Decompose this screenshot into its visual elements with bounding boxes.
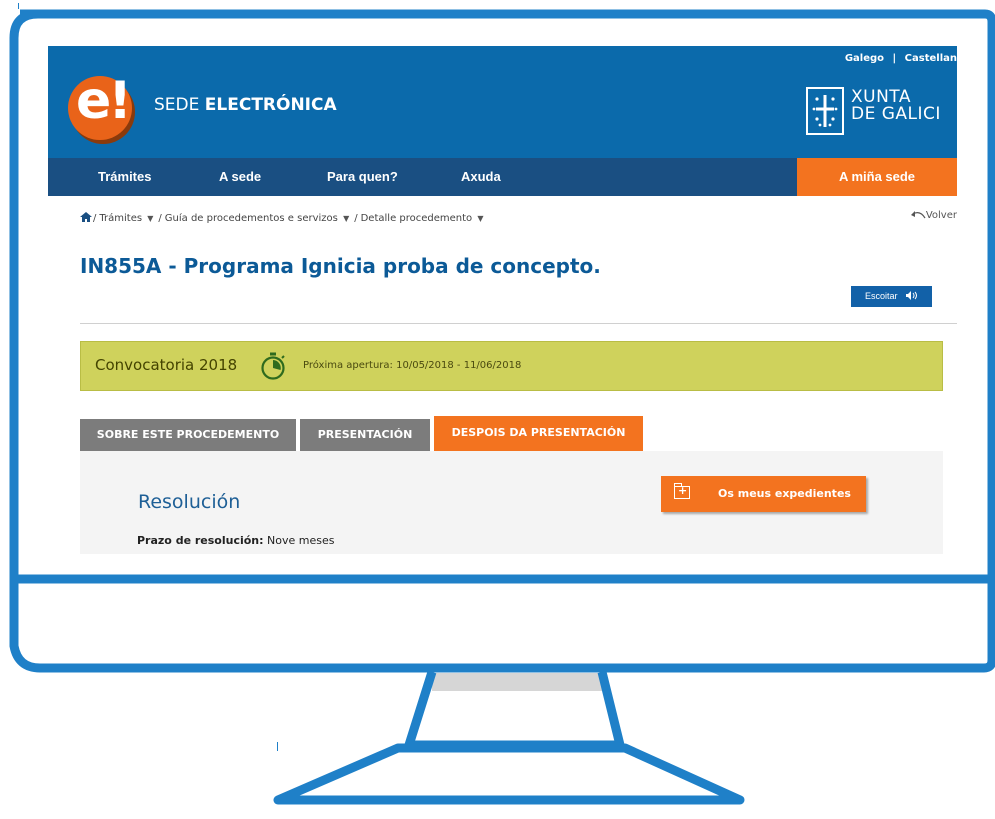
chevron-down-icon[interactable]: ▼: [343, 214, 349, 223]
speaker-icon: [906, 291, 918, 300]
folder-plus-icon: +: [674, 483, 690, 499]
monitor-neck-shadow: [432, 673, 602, 691]
back-link[interactable]: Volver: [910, 210, 957, 221]
browser-screen: Galego | Castellan e! SEDE ELECTRÓNICA X…: [48, 46, 957, 554]
call-dates-value: 10/05/2018 - 11/06/2018: [396, 360, 522, 371]
tab-about-procedure[interactable]: SOBRE ESTE PROCEDEMENTO: [80, 419, 296, 451]
deadline-label: Prazo de resolución:: [137, 534, 264, 547]
tab-after-presentation[interactable]: DESPOIS DA PRESENTACIÓN: [434, 416, 643, 452]
language-selector: Galego | Castellan: [845, 53, 957, 64]
nav-item-tramites[interactable]: Trámites: [98, 158, 151, 196]
page-title: IN855A - Programa Ignicia proba de conce…: [80, 254, 601, 278]
breadcrumb-separator: /: [93, 213, 97, 224]
my-files-label: Os meus expedientes: [718, 487, 851, 500]
lang-castellano-link[interactable]: Castellan: [905, 53, 957, 64]
brand-prefix: SEDE: [154, 95, 200, 115]
sede-logo-icon[interactable]: e!: [68, 71, 132, 140]
xunta-logo-text[interactable]: XUNTA DE GALICI: [851, 89, 941, 123]
back-arrow-icon: [910, 211, 926, 219]
chevron-down-icon[interactable]: ▼: [147, 214, 153, 223]
breadcrumb-item-guia[interactable]: Guía de procedementos e servizos: [165, 213, 338, 224]
lang-separator: |: [892, 53, 897, 64]
main-nav: Trámites A sede Para quen? Axuda A miña …: [48, 158, 957, 196]
xunta-emblem-icon[interactable]: [806, 87, 844, 135]
breadcrumb: / Trámites ▼ / Guía de procedementos e serv…: [80, 212, 486, 224]
sede-logo-glyph: e!: [76, 71, 132, 131]
xunta-line-2: DE GALICI: [851, 104, 941, 124]
tab-panel: Resolución Prazo de resolución: Nove mes…: [80, 451, 943, 554]
decorative-tick: [18, 3, 19, 9]
monitor-stand: [273, 670, 745, 805]
breadcrumb-separator: /: [158, 213, 162, 224]
breadcrumb-item-tramites[interactable]: Trámites: [99, 213, 142, 224]
decorative-tick: [277, 742, 278, 751]
brand-main: ELECTRÓNICA: [204, 95, 337, 115]
chevron-down-icon[interactable]: ▼: [477, 214, 483, 223]
nav-item-axuda[interactable]: Axuda: [461, 158, 501, 196]
breadcrumb-separator: /: [354, 213, 358, 224]
site-header: Galego | Castellan e! SEDE ELECTRÓNICA X…: [48, 46, 957, 158]
breadcrumb-item-detalle[interactable]: Detalle procedemento: [361, 213, 473, 224]
listen-label: Escoitar: [864, 291, 898, 301]
my-files-button[interactable]: + Os meus expedientes: [661, 476, 866, 512]
section-title-resolution: Resolución: [138, 491, 241, 513]
resolution-deadline: Prazo de resolución: Nove meses: [137, 534, 335, 547]
deadline-value: Nove meses: [267, 534, 335, 547]
back-label: Volver: [925, 210, 957, 221]
tab-presentation[interactable]: PRESENTACIÓN: [300, 419, 430, 451]
call-dates: Próxima apertura: 10/05/2018 - 11/06/201…: [303, 360, 521, 371]
call-banner: Convocatoria 2018 Próxima apertura: 10/0…: [80, 341, 943, 391]
title-divider: [80, 323, 957, 324]
xunta-cross-icon: [812, 95, 838, 127]
lang-galego-link[interactable]: Galego: [845, 53, 884, 64]
stopwatch-icon: [261, 352, 285, 380]
home-icon[interactable]: [80, 212, 92, 222]
call-dates-label: Próxima apertura:: [303, 360, 393, 371]
site-brand[interactable]: SEDE ELECTRÓNICA: [154, 95, 337, 115]
listen-button[interactable]: Escoitar: [851, 286, 932, 307]
nav-item-para-quen[interactable]: Para quen?: [327, 158, 398, 196]
nav-my-sede-button[interactable]: A miña sede: [797, 158, 957, 196]
call-title: Convocatoria 2018: [95, 356, 238, 374]
nav-item-a-sede[interactable]: A sede: [219, 158, 261, 196]
